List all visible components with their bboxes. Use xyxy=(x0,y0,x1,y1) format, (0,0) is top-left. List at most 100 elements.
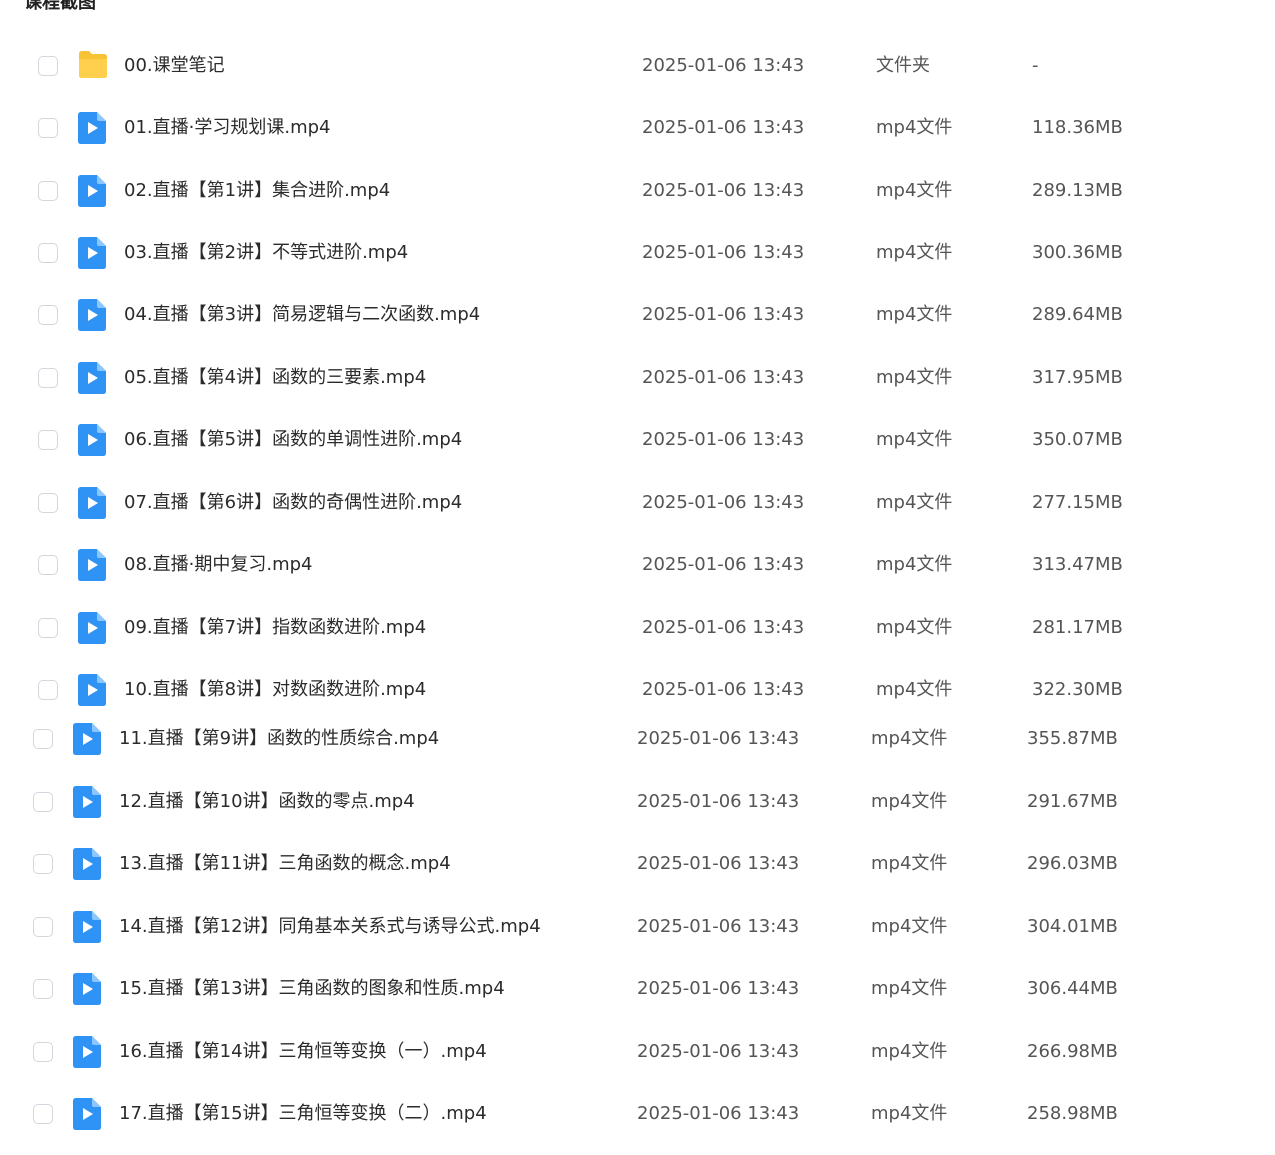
file-list: 00.课堂笔记 2025-01-06 13:43 文件夹 - 01.直播·学习规划课.m… xyxy=(0,0,1275,1155)
file-size: 266.98MB xyxy=(1027,1041,1118,1062)
row-checkbox[interactable] xyxy=(38,430,58,450)
video-icon xyxy=(77,486,107,520)
row-checkbox[interactable] xyxy=(38,368,58,388)
file-name[interactable]: 06.直播【第5讲】函数的单调性进阶.mp4 xyxy=(124,428,462,452)
file-date: 2025-01-06 13:43 xyxy=(637,1041,800,1062)
video-icon xyxy=(77,361,107,395)
file-row[interactable]: 08.直播·期中复习.mp4 2025-01-06 13:43 mp4文件 313.4… xyxy=(0,547,1200,587)
file-type: 文件夹 xyxy=(876,55,930,76)
file-row[interactable]: 06.直播【第5讲】函数的单调性进阶.mp4 2025-01-06 13:43 mp… xyxy=(0,422,1200,462)
file-date: 2025-01-06 13:43 xyxy=(637,916,800,937)
file-name[interactable]: 08.直播·期中复习.mp4 xyxy=(124,553,312,577)
file-row[interactable]: 03.直播【第2讲】不等式进阶.mp4 2025-01-06 13:43 mp4文件… xyxy=(0,235,1200,275)
file-date: 2025-01-06 13:43 xyxy=(642,304,805,325)
video-icon xyxy=(72,722,102,756)
file-row[interactable]: 12.直播【第10讲】函数的零点.mp4 2025-01-06 13:43 mp4文… xyxy=(0,784,1195,824)
file-type: mp4文件 xyxy=(876,679,953,700)
video-icon xyxy=(77,423,107,457)
video-icon xyxy=(77,548,107,582)
file-row[interactable]: 17.直播【第15讲】三角恒等变换（二）.mp4 2025-01-06 13:43… xyxy=(0,1096,1195,1136)
file-row[interactable]: 15.直播【第13讲】三角函数的图象和性质.mp4 2025-01-06 13:4… xyxy=(0,971,1195,1011)
file-row[interactable]: 02.直播【第1讲】集合进阶.mp4 2025-01-06 13:43 mp4文件 2… xyxy=(0,173,1200,213)
row-checkbox[interactable] xyxy=(33,854,53,874)
file-row[interactable]: 05.直播【第4讲】函数的三要素.mp4 2025-01-06 13:43 mp4文… xyxy=(0,360,1200,400)
file-name[interactable]: 12.直播【第10讲】函数的零点.mp4 xyxy=(119,790,415,814)
file-name[interactable]: 07.直播【第6讲】函数的奇偶性进阶.mp4 xyxy=(124,491,462,515)
file-name[interactable]: 02.直播【第1讲】集合进阶.mp4 xyxy=(124,179,390,203)
file-size: 300.36MB xyxy=(1032,242,1123,263)
row-checkbox[interactable] xyxy=(38,56,58,76)
file-date: 2025-01-06 13:43 xyxy=(642,429,805,450)
file-row[interactable]: 07.直播【第6讲】函数的奇偶性进阶.mp4 2025-01-06 13:43 mp… xyxy=(0,485,1200,525)
file-size: 289.13MB xyxy=(1032,180,1123,201)
file-row[interactable]: 01.直播·学习规划课.mp4 2025-01-06 13:43 mp4文件 118.… xyxy=(0,110,1200,150)
video-icon xyxy=(72,1097,102,1131)
file-row[interactable]: 11.直播【第9讲】函数的性质综合.mp4 2025-01-06 13:43 mp4… xyxy=(0,721,1195,761)
file-name[interactable]: 04.直播【第3讲】简易逻辑与二次函数.mp4 xyxy=(124,303,480,327)
file-size: 355.87MB xyxy=(1027,728,1118,749)
file-date: 2025-01-06 13:43 xyxy=(642,180,805,201)
file-name[interactable]: 14.直播【第12讲】同角基本关系式与诱导公式.mp4 xyxy=(119,915,541,939)
row-checkbox[interactable] xyxy=(38,555,58,575)
row-checkbox[interactable] xyxy=(33,792,53,812)
file-name[interactable]: 10.直播【第8讲】对数函数进阶.mp4 xyxy=(124,678,426,702)
file-size: 118.36MB xyxy=(1032,117,1123,138)
file-name[interactable]: 05.直播【第4讲】函数的三要素.mp4 xyxy=(124,366,426,390)
file-date: 2025-01-06 13:43 xyxy=(637,791,800,812)
row-checkbox[interactable] xyxy=(38,618,58,638)
file-row[interactable]: 13.直播【第11讲】三角函数的概念.mp4 2025-01-06 13:43 mp… xyxy=(0,846,1195,886)
file-row[interactable]: 09.直播【第7讲】指数函数进阶.mp4 2025-01-06 13:43 mp4文… xyxy=(0,610,1200,650)
file-date: 2025-01-06 13:43 xyxy=(642,679,805,700)
row-checkbox[interactable] xyxy=(33,979,53,999)
file-size: 350.07MB xyxy=(1032,429,1123,450)
file-size: 296.03MB xyxy=(1027,853,1118,874)
file-size: 281.17MB xyxy=(1032,617,1123,638)
row-checkbox[interactable] xyxy=(38,493,58,513)
file-name[interactable]: 13.直播【第11讲】三角函数的概念.mp4 xyxy=(119,852,451,876)
file-size: - xyxy=(1032,55,1039,76)
file-name[interactable]: 15.直播【第13讲】三角函数的图象和性质.mp4 xyxy=(119,977,505,1001)
file-row[interactable]: 14.直播【第12讲】同角基本关系式与诱导公式.mp4 2025-01-06 13… xyxy=(0,909,1195,949)
file-name[interactable]: 01.直播·学习规划课.mp4 xyxy=(124,116,330,140)
row-checkbox[interactable] xyxy=(38,243,58,263)
file-date: 2025-01-06 13:43 xyxy=(642,367,805,388)
file-type: mp4文件 xyxy=(871,853,948,874)
file-row[interactable]: 04.直播【第3讲】简易逻辑与二次函数.mp4 2025-01-06 13:43 m… xyxy=(0,297,1200,337)
video-icon xyxy=(72,847,102,881)
video-icon xyxy=(72,972,102,1006)
video-icon xyxy=(77,111,107,145)
file-name[interactable]: 00.课堂笔记 xyxy=(124,54,225,78)
file-name[interactable]: 03.直播【第2讲】不等式进阶.mp4 xyxy=(124,241,408,265)
file-size: 304.01MB xyxy=(1027,916,1118,937)
file-date: 2025-01-06 13:43 xyxy=(642,55,805,76)
row-checkbox[interactable] xyxy=(33,729,53,749)
file-type: mp4文件 xyxy=(871,791,948,812)
file-size: 317.95MB xyxy=(1032,367,1123,388)
file-type: mp4文件 xyxy=(876,617,953,638)
row-checkbox[interactable] xyxy=(33,1042,53,1062)
file-name[interactable]: 09.直播【第7讲】指数函数进阶.mp4 xyxy=(124,616,426,640)
row-checkbox[interactable] xyxy=(33,1104,53,1124)
row-checkbox[interactable] xyxy=(38,118,58,138)
file-name[interactable]: 16.直播【第14讲】三角恒等变换（一）.mp4 xyxy=(119,1040,487,1064)
file-type: mp4文件 xyxy=(876,117,953,138)
video-icon xyxy=(77,236,107,270)
video-icon xyxy=(77,673,107,707)
file-row[interactable]: 16.直播【第14讲】三角恒等变换（一）.mp4 2025-01-06 13:43… xyxy=(0,1034,1195,1074)
file-row[interactable]: 10.直播【第8讲】对数函数进阶.mp4 2025-01-06 13:43 mp4文… xyxy=(0,672,1200,712)
file-row[interactable]: 00.课堂笔记 2025-01-06 13:43 文件夹 - xyxy=(0,48,1200,88)
file-date: 2025-01-06 13:43 xyxy=(642,554,805,575)
file-name[interactable]: 11.直播【第9讲】函数的性质综合.mp4 xyxy=(119,727,439,751)
file-date: 2025-01-06 13:43 xyxy=(637,1103,800,1124)
file-size: 277.15MB xyxy=(1032,492,1123,513)
file-name[interactable]: 17.直播【第15讲】三角恒等变换（二）.mp4 xyxy=(119,1102,487,1126)
file-size: 322.30MB xyxy=(1032,679,1123,700)
file-size: 306.44MB xyxy=(1027,978,1118,999)
file-date: 2025-01-06 13:43 xyxy=(642,117,805,138)
video-icon xyxy=(72,785,102,819)
row-checkbox[interactable] xyxy=(33,917,53,937)
row-checkbox[interactable] xyxy=(38,305,58,325)
video-icon xyxy=(77,174,107,208)
row-checkbox[interactable] xyxy=(38,680,58,700)
row-checkbox[interactable] xyxy=(38,181,58,201)
